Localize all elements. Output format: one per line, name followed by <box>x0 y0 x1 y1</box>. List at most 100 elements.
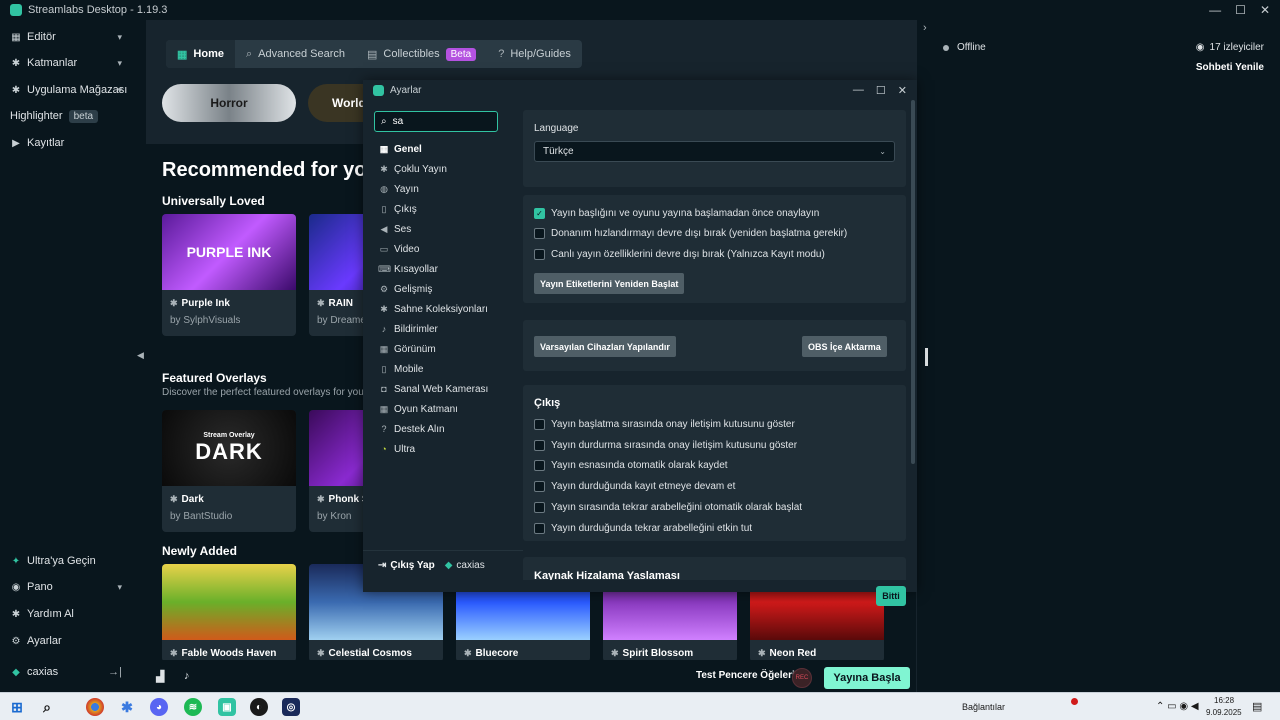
close-icon[interactable]: ✕ <box>898 84 907 97</box>
app-icon[interactable]: ✱ <box>118 698 136 716</box>
logout-icon: ⇥ <box>378 560 387 571</box>
home-icon: ▦ <box>177 48 188 61</box>
test-widgets-button[interactable]: Test Pencere Öğeleri <box>696 670 795 681</box>
settings-category-general[interactable]: ▦ Genel <box>378 140 518 158</box>
nav-editor[interactable]: ▦ Editör ▾ <box>0 24 136 50</box>
nav-dashboard[interactable]: ◉ Pano ▾ <box>0 574 136 600</box>
auto-replay-buffer-checkbox[interactable]: Yayın sırasında tekrar arabelleğini otom… <box>534 499 802 515</box>
left-navigation: ▦ Editör ▾ ✱ Katmanlar ▾ ✱ Uygulama Mağazası ▾… <box>0 20 136 692</box>
language-select[interactable]: Türkçe ⌄ <box>534 141 895 162</box>
confirm-start-checkbox[interactable]: Yayın başlatma sırasında onay iletişim k… <box>534 416 795 432</box>
minimize-icon[interactable]: — <box>853 84 864 96</box>
maximize-icon[interactable]: ☐ <box>1235 3 1246 17</box>
tab-collectibles[interactable]: ▤ Collectibles Beta <box>356 40 487 68</box>
nav-ultra[interactable]: ✦ Ultra'ya Geçin <box>0 548 136 574</box>
discord-icon[interactable]: ◕ <box>150 698 168 716</box>
chevron-down-icon: ▾ <box>117 31 122 42</box>
gear-icon: ⚙ <box>11 635 21 647</box>
go-live-button[interactable]: Yayına Başla <box>824 667 910 689</box>
universally-loved-heading: Universally Loved <box>162 194 265 208</box>
collapse-right-icon[interactable]: › <box>923 22 927 34</box>
overlay-card[interactable]: Stream Overlay DARK ✱ Dark by BantStudio <box>162 410 296 532</box>
checkbox-label: Yayın durdurma sırasında onay iletişim k… <box>551 439 798 451</box>
done-button[interactable]: Bitti <box>876 586 906 606</box>
nav-layers[interactable]: ✱ Katmanlar ▾ <box>0 50 136 76</box>
nav-user[interactable]: ◆ caxias →| <box>0 659 136 685</box>
chrome-icon[interactable] <box>86 698 104 716</box>
nav-highlighter[interactable]: Highlighter beta <box>0 103 136 129</box>
store-tabbar: ▦ Home ⌕ Advanced Search ▤ Collectibles Beta… <box>166 40 582 68</box>
appearance-icon: ▦ <box>379 343 389 354</box>
logout-icon[interactable]: →| <box>108 666 122 678</box>
clock-time[interactable]: 16:28 <box>1214 696 1234 705</box>
tab-home[interactable]: ▦ Home <box>166 40 235 68</box>
settings-category-advanced[interactable]: ⚙ Gelişmiş <box>378 280 518 298</box>
settings-category-notifications[interactable]: ♪ Bildirimler <box>378 320 518 338</box>
overlay-card[interactable]: PURPLE INK ✱ Purple Ink by SylphVisuals <box>162 214 296 336</box>
configure-default-devices-button[interactable]: Varsayılan Cihazları Yapılandır <box>534 336 676 357</box>
settings-search-input[interactable] <box>392 116 483 127</box>
spotify-icon[interactable]: ≋ <box>184 698 202 716</box>
stats-icon[interactable]: ▟ <box>156 670 164 683</box>
auto-record-checkbox[interactable]: Yayın esnasında otomatik olarak kaydet <box>534 457 728 473</box>
app-icon[interactable]: ◎ <box>282 698 300 716</box>
close-icon[interactable]: ✕ <box>1260 3 1270 17</box>
settings-category-game-overlay[interactable]: ▦ Oyun Katmanı <box>378 400 518 418</box>
user-icon: ◆ <box>12 666 20 678</box>
app-icon[interactable]: ◐ <box>250 698 268 716</box>
notification-bell-icon[interactable]: ♪ <box>184 670 190 682</box>
notification-center-icon[interactable]: ▤ <box>1252 700 1262 713</box>
nav-app-store[interactable]: ✱ Uygulama Mağazası ▾ <box>0 77 136 103</box>
overlay-card[interactable]: ✱ Fable Woods Haven <box>162 564 296 660</box>
maximize-icon[interactable]: ☐ <box>876 84 886 97</box>
settings-category-mobile[interactable]: ▯ Mobile <box>378 360 518 378</box>
settings-category-virtual-webcam[interactable]: ◘ Sanal Web Kamerası <box>378 380 518 398</box>
windows-start-icon[interactable]: ⊞ <box>8 698 26 716</box>
confirm-title-checkbox[interactable]: ✓ Yayın başlığını ve oyunu yayına başlama… <box>534 205 819 221</box>
connections-label[interactable]: Bağlantılar <box>962 702 1005 712</box>
settings-category-audio[interactable]: ◀ Ses <box>378 220 518 238</box>
settings-category-output[interactable]: ▯ Çıkış <box>378 200 518 218</box>
minimize-icon[interactable]: — <box>1209 3 1221 17</box>
obs-import-button[interactable]: OBS İçe Aktarma <box>802 336 887 357</box>
settings-category-scene-collections[interactable]: ✱ Sahne Koleksiyonları <box>378 300 518 318</box>
keep-replay-buffer-checkbox[interactable]: Yayın durduğunda tekrar arabelleğini etk… <box>534 520 752 536</box>
streamlabs-icon[interactable]: ▣ <box>218 698 236 716</box>
collapse-left-icon[interactable]: ◀ <box>137 350 144 361</box>
category-label: Kısayollar <box>394 263 438 275</box>
settings-category-support[interactable]: ? Destek Alın <box>378 420 518 438</box>
settings-category-video[interactable]: ▭ Video <box>378 240 518 258</box>
streamlabs-logo-icon <box>373 84 384 96</box>
disable-hw-accel-checkbox[interactable]: Donanım hızlandırmayı devre dışı bırak (… <box>534 225 847 241</box>
settings-category-ultra[interactable]: ◔ Ultra <box>378 440 518 458</box>
record-button[interactable]: REC <box>792 668 812 688</box>
clock-date[interactable]: 9.09.2025 <box>1206 708 1242 717</box>
beta-badge: beta <box>68 109 99 123</box>
refresh-chat-button[interactable]: Sohbeti Yenile <box>1196 62 1264 73</box>
card-title: ✱ Bluecore <box>464 648 518 659</box>
confirm-stop-checkbox[interactable]: Yayın durdurma sırasında onay iletişim k… <box>534 437 797 453</box>
settings-scrollbar[interactable] <box>911 100 915 464</box>
settings-category-multistream[interactable]: ✱ Çoklu Yayın <box>378 160 518 178</box>
disable-live-features-checkbox[interactable]: Canlı yayın özelliklerini devre dışı bır… <box>534 246 825 262</box>
language-value: Türkçe <box>543 146 574 157</box>
tray-icons[interactable]: ⌃ ▭ ◉ ◀ <box>1156 701 1199 712</box>
settings-category-hotkeys[interactable]: ⌨ Kısayollar <box>378 260 518 278</box>
search-icon[interactable]: ⌕ <box>38 698 56 716</box>
settings-search[interactable]: ⌕ <box>374 111 498 132</box>
category-label: Sanal Web Kamerası <box>394 383 489 395</box>
tab-advanced-search[interactable]: ⌕ Advanced Search <box>235 40 356 68</box>
nav-help[interactable]: ✱ Yardım Al <box>0 601 136 627</box>
keep-recording-checkbox[interactable]: Yayın durduğunda kayıt etmeye devam et <box>534 478 735 494</box>
settings-category-stream[interactable]: ◍ Yayın <box>378 180 518 198</box>
settings-titlebar: Ayarlar — ☐ ✕ <box>363 80 917 100</box>
category-pill-horror[interactable]: Horror <box>162 84 296 122</box>
nav-settings[interactable]: ⚙ Ayarlar <box>0 628 136 654</box>
overlay-icon: ▦ <box>379 403 389 414</box>
nav-recordings[interactable]: ▶ Kayıtlar <box>0 130 136 156</box>
tab-help[interactable]: ? Help/Guides <box>487 40 582 68</box>
logout-button[interactable]: ⇥ Çıkış Yap <box>378 560 435 571</box>
panel-resize-handle[interactable] <box>925 348 928 366</box>
restart-tags-button[interactable]: Yayın Etiketlerini Yeniden Başlat <box>534 273 685 294</box>
settings-category-appearance[interactable]: ▦ Görünüm <box>378 340 518 358</box>
